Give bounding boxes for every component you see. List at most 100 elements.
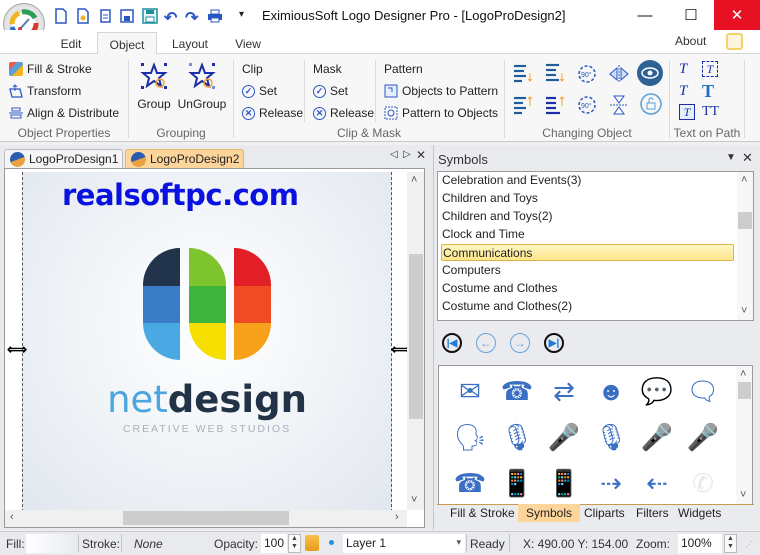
dotted-arrows-icon[interactable]: ⇄: [545, 372, 583, 410]
phones-receive-icon[interactable]: ⇠: [638, 464, 676, 502]
customize-dropdown-icon[interactable]: ▾: [239, 9, 253, 25]
flip-horizontal-icon[interactable]: [608, 63, 630, 85]
opacity-input[interactable]: 100: [261, 534, 287, 553]
transform-button[interactable]: Transform: [9, 84, 81, 98]
minimize-button[interactable]: —: [622, 0, 668, 30]
align-top-up-icon[interactable]: [544, 94, 566, 116]
print-icon[interactable]: [207, 8, 223, 24]
text-straighten-icon[interactable]: T: [702, 81, 718, 101]
panel-dropdown-icon[interactable]: ▼: [726, 152, 736, 163]
align-distribute-button[interactable]: Align & Distribute: [9, 106, 119, 120]
align-bottom-icon[interactable]: [512, 63, 534, 85]
doc-prev-icon[interactable]: ◁: [390, 149, 398, 160]
undo-icon[interactable]: ↶: [164, 8, 178, 27]
handheld-microphone-icon[interactable]: 🎤: [684, 418, 722, 456]
scroll-up-icon[interactable]: ˄: [740, 368, 746, 380]
retro-microphone-icon[interactable]: 🎙: [498, 418, 536, 456]
category-item[interactable]: Clock and Time: [441, 226, 734, 243]
category-item[interactable]: Costume and Clothes(2): [441, 298, 734, 315]
pattern-to-objects-button[interactable]: Pattern to Objects: [384, 106, 498, 120]
design-page[interactable]: [22, 172, 392, 512]
category-item-selected[interactable]: Communications: [441, 244, 734, 261]
last-page-button[interactable]: ▶|: [544, 333, 564, 353]
email-lightning-icon[interactable]: ✉: [451, 372, 489, 410]
mask-set-button[interactable]: ✓ Set: [313, 84, 348, 98]
opacity-spinner[interactable]: ▲ ▼: [288, 534, 301, 553]
visibility-eye-icon[interactable]: [637, 60, 663, 86]
clip-set-button[interactable]: ✓ Set: [242, 84, 277, 98]
zoom-input[interactable]: 100%: [678, 534, 722, 553]
scroll-down-icon[interactable]: ˅: [411, 494, 417, 506]
doc-tab-logoprodesign2[interactable]: LogoProDesign2: [125, 149, 245, 168]
objects-to-pattern-button[interactable]: Objects to Pattern: [384, 84, 498, 98]
tab-layout[interactable]: Layout: [163, 32, 217, 54]
doc-tab-logoprodesign1[interactable]: LogoProDesign1: [4, 149, 124, 168]
cell-phone-icon[interactable]: 📱: [498, 464, 536, 502]
scroll-up-icon[interactable]: ˄: [411, 174, 417, 186]
rotate-90-cw-icon[interactable]: 90°: [576, 94, 598, 116]
speech-bubbles-icon[interactable]: 💬: [638, 372, 676, 410]
lock-icon[interactable]: [305, 535, 319, 551]
fill-swatch[interactable]: [26, 534, 76, 553]
scroll-up-icon[interactable]: ˄: [741, 174, 747, 186]
layer-select[interactable]: Layer 1 ▾: [343, 534, 465, 553]
ribbon-minimize-icon[interactable]: [726, 33, 743, 50]
speech-bubbles-group-icon[interactable]: 🗨: [684, 372, 722, 410]
symbol-category-list[interactable]: Celebration and Events(3) Children and T…: [437, 171, 754, 321]
stroke-value[interactable]: None: [134, 537, 163, 551]
tab-view[interactable]: View: [226, 32, 270, 54]
category-list-scroll-thumb[interactable]: [738, 212, 752, 229]
scroll-right-icon[interactable]: ›: [395, 511, 399, 523]
put-text-on-path-icon[interactable]: T: [679, 61, 695, 77]
tab-object[interactable]: Object: [97, 32, 157, 55]
prev-page-button[interactable]: ←: [476, 333, 496, 353]
unlock-rotate-icon[interactable]: [639, 92, 663, 116]
tab-edit[interactable]: Edit: [50, 32, 92, 54]
copy-icon[interactable]: [98, 8, 112, 24]
group-button[interactable]: Group: [136, 62, 172, 116]
cell-phone-2-icon[interactable]: 📱: [545, 464, 583, 502]
category-item[interactable]: Children and Toys(2): [441, 208, 734, 225]
clip-release-button[interactable]: ✕ Release: [242, 106, 303, 120]
studio-microphone-icon[interactable]: 🎤: [545, 418, 583, 456]
canvas-vertical-scroll-thumb[interactable]: [409, 254, 423, 419]
panel-tab-cliparts[interactable]: Cliparts: [576, 504, 633, 522]
phones-send-icon[interactable]: ⇢: [592, 464, 630, 502]
scroll-down-icon[interactable]: ˅: [740, 489, 746, 501]
head-profile-icon[interactable]: ☻: [592, 372, 630, 410]
stand-microphone-icon[interactable]: 🎤: [638, 418, 676, 456]
remove-from-path-icon[interactable]: T: [679, 83, 695, 99]
doc-next-icon[interactable]: ▷: [403, 149, 411, 160]
panel-tab-symbols[interactable]: Symbols: [518, 504, 581, 522]
fill-stroke-button[interactable]: Fill & Stroke: [9, 62, 92, 76]
redo-icon[interactable]: ↷: [185, 8, 199, 27]
save-as-icon[interactable]: [142, 8, 158, 24]
symbol-grid-scroll-thumb[interactable]: [738, 382, 751, 399]
speaking-head-icon[interactable]: 🗣: [451, 418, 489, 456]
align-top-down-icon[interactable]: [544, 63, 566, 85]
align-up-icon[interactable]: [512, 94, 534, 116]
save-icon[interactable]: [120, 8, 134, 24]
panel-close-icon[interactable]: ✕: [742, 150, 753, 166]
category-item[interactable]: Costume and Clothes: [441, 280, 734, 297]
symbol-grid[interactable]: ✉ ☎ ⇄ ☻ 💬 🗨 🗣 🎙 🎤 🎙 🎤 🎤 ☎ 📱 📱 ⇢ ⇠ ✆: [438, 365, 753, 505]
scroll-down-icon[interactable]: ˅: [741, 305, 747, 317]
flip-vertical-icon[interactable]: [608, 94, 630, 116]
resize-grip-icon[interactable]: ⋰: [745, 540, 753, 549]
remove-text-from-path-icon[interactable]: T: [702, 61, 718, 77]
category-item[interactable]: Children and Toys: [441, 190, 734, 207]
text-remove-kerning-icon[interactable]: TT: [702, 104, 720, 120]
man-on-phone-icon[interactable]: ☎: [498, 372, 536, 410]
maximize-button[interactable]: ☐: [668, 0, 714, 30]
rotary-phone-icon[interactable]: ☎: [451, 464, 489, 502]
next-page-button[interactable]: →: [510, 333, 530, 353]
canvas-horizontal-scroll-thumb[interactable]: [123, 511, 289, 525]
about-link[interactable]: About: [675, 34, 706, 48]
panel-tab-widgets[interactable]: Widgets: [670, 504, 729, 522]
ungroup-button[interactable]: UnGroup: [176, 62, 228, 116]
mask-release-button[interactable]: ✕ Release: [313, 106, 374, 120]
zoom-spinner[interactable]: ▲ ▼: [724, 534, 737, 553]
new-template-icon[interactable]: [76, 8, 90, 24]
category-list-scrollbar[interactable]: [737, 172, 753, 320]
new-icon[interactable]: [54, 8, 68, 24]
